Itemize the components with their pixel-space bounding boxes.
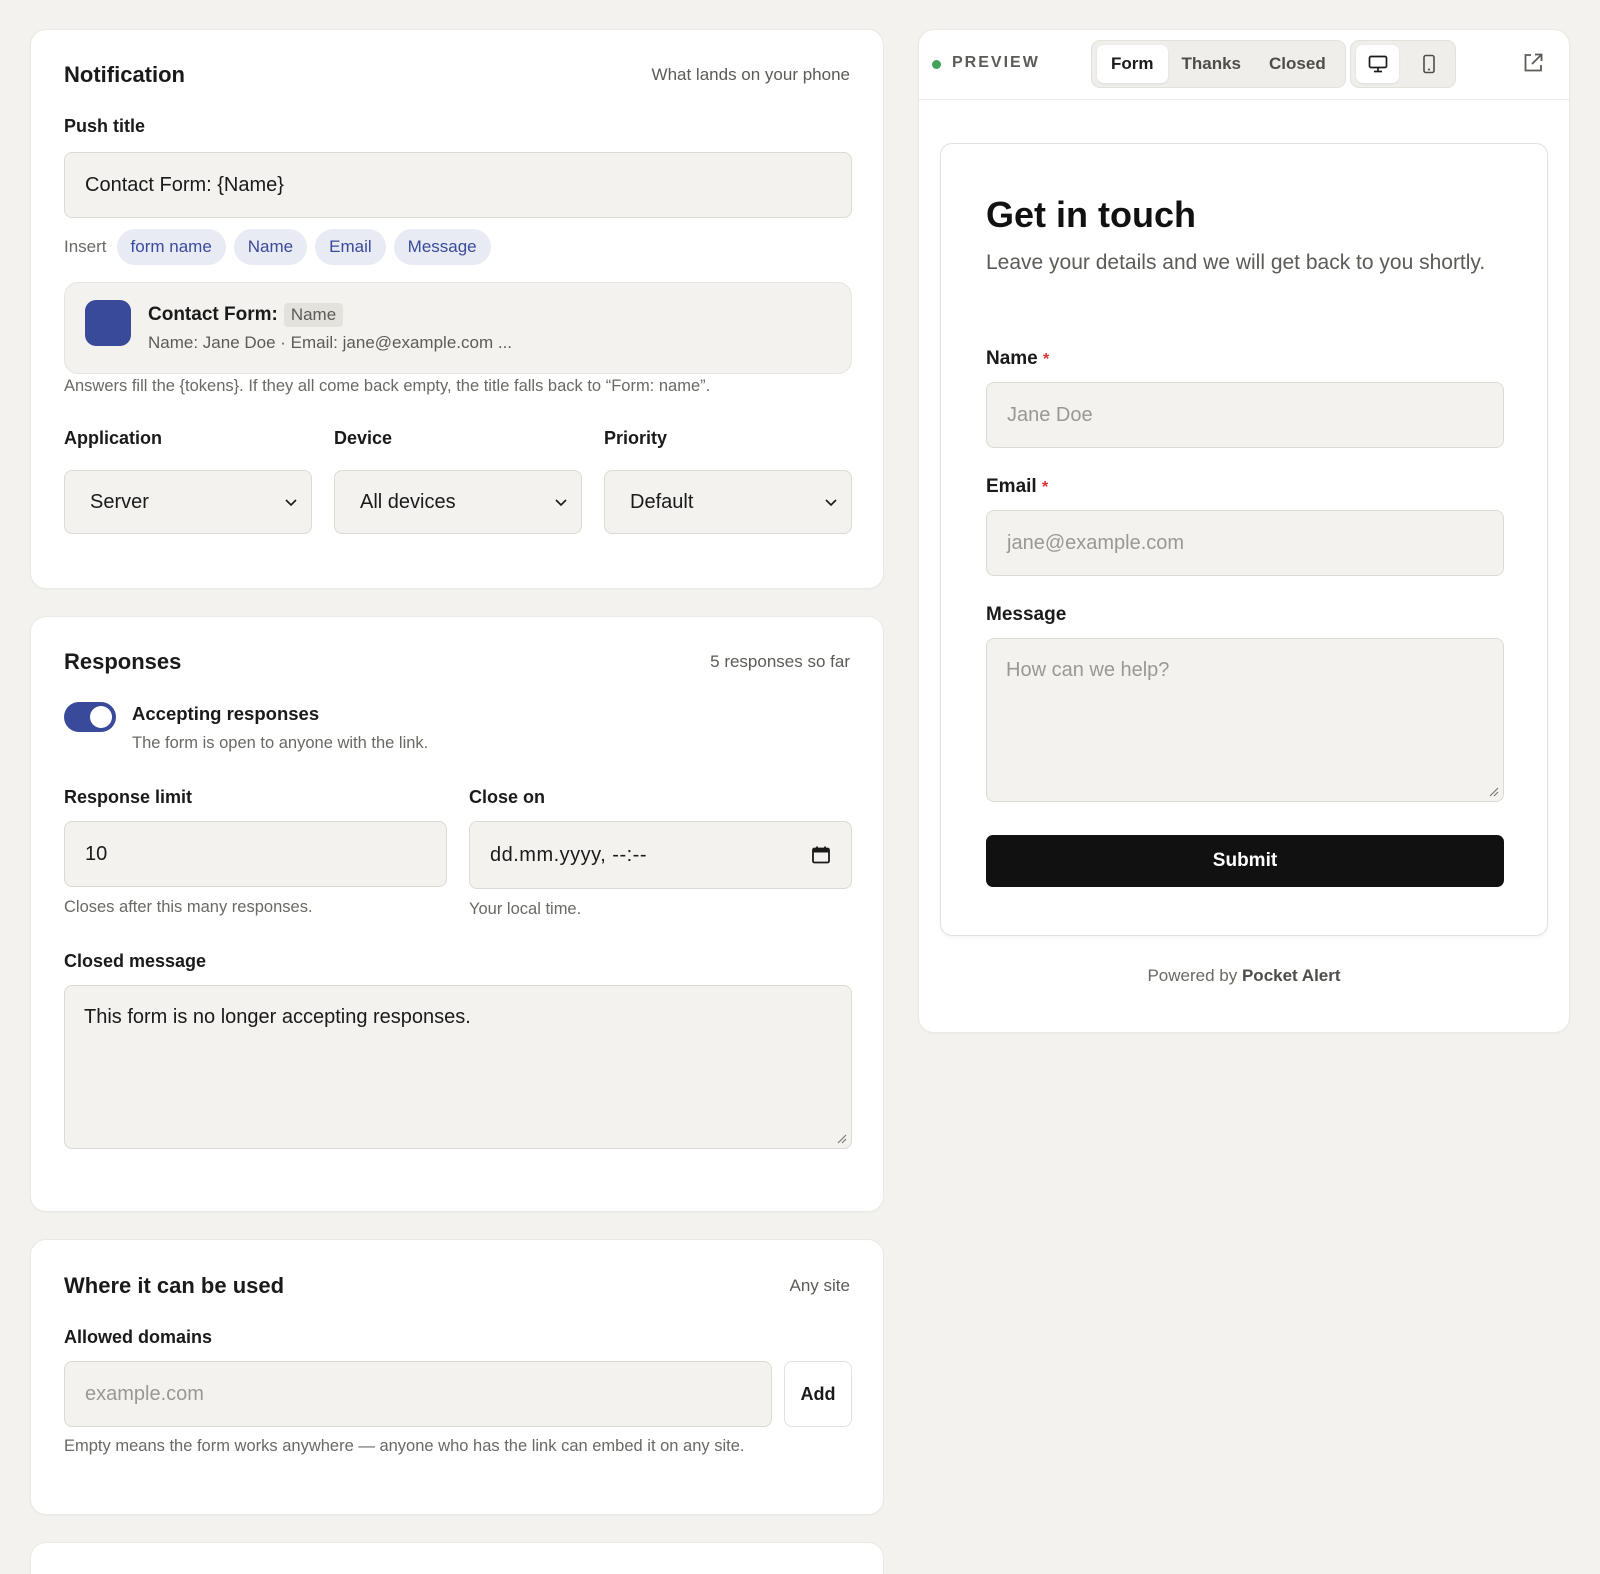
device-label: Device bbox=[334, 428, 393, 448]
where-title: Where it can be used bbox=[64, 1273, 285, 1298]
where-card: Where it can be used Any site Allowed do… bbox=[30, 1239, 884, 1515]
form-subtitle: Leave your details and we will get back … bbox=[986, 251, 1486, 274]
notification-meta: What lands on your phone bbox=[651, 65, 850, 84]
closed-message-label: Closed message bbox=[64, 951, 207, 971]
limit-value: 10 bbox=[85, 842, 108, 865]
notification-title: Notification bbox=[64, 62, 185, 87]
form-preview-card: Get in touch Leave your details and we w… bbox=[940, 143, 1548, 936]
message-placeholder: How can we help? bbox=[1006, 659, 1170, 681]
close-on-label: Close on bbox=[469, 787, 546, 807]
name-field-label: Name * bbox=[986, 348, 1049, 370]
responses-meta: 5 responses so far bbox=[710, 652, 850, 671]
domain-input[interactable]: example.com bbox=[64, 1361, 772, 1427]
push-preview-token: Name bbox=[283, 303, 344, 327]
next-card bbox=[30, 1542, 884, 1574]
submit-label: Submit bbox=[1212, 850, 1278, 871]
application-select[interactable]: Server bbox=[64, 470, 312, 534]
name-label-text: Name bbox=[986, 348, 1038, 369]
name-placeholder: Jane Doe bbox=[1007, 403, 1093, 426]
preview-name-input[interactable]: Jane Doe bbox=[986, 382, 1504, 448]
preview-badge: PREVIEW bbox=[952, 54, 1040, 71]
mobile-view-button[interactable] bbox=[1407, 45, 1450, 83]
desktop-view-button[interactable] bbox=[1356, 45, 1399, 83]
phone-icon bbox=[1422, 54, 1435, 74]
closed-message-textarea[interactable]: This form is no longer accepting respons… bbox=[64, 985, 852, 1149]
chevron-down-icon bbox=[285, 499, 297, 507]
submit-button[interactable]: Submit bbox=[986, 835, 1504, 887]
device-value: All devices bbox=[360, 490, 456, 513]
insert-chip-email[interactable]: Email bbox=[315, 229, 386, 265]
chevron-down-icon bbox=[555, 499, 567, 507]
priority-value: Default bbox=[630, 490, 694, 513]
preview-message-textarea[interactable]: How can we help? bbox=[986, 638, 1504, 802]
tab-thanks[interactable]: Thanks bbox=[1168, 45, 1256, 83]
tab-closed[interactable]: Closed bbox=[1255, 45, 1340, 83]
required-mark: * bbox=[1043, 351, 1050, 368]
domain-placeholder: example.com bbox=[85, 1382, 204, 1405]
limit-label: Response limit bbox=[64, 787, 193, 807]
preview-tabs: Form Thanks Closed bbox=[1091, 40, 1346, 88]
close-on-input[interactable]: dd.mm.yyyy, --:-- bbox=[469, 821, 852, 889]
insert-chip-form-name[interactable]: form name bbox=[116, 229, 226, 265]
push-preview-title: Contact Form: bbox=[148, 304, 278, 325]
open-external-button[interactable] bbox=[1522, 52, 1546, 76]
message-field-label: Message bbox=[986, 604, 1067, 625]
device-toggle bbox=[1350, 40, 1456, 88]
email-field-label: Email * bbox=[986, 476, 1048, 498]
limit-hint: Closes after this many responses. bbox=[64, 898, 313, 916]
priority-select[interactable]: Default bbox=[604, 470, 852, 534]
push-title-input[interactable]: Contact Form: {Name} bbox=[64, 152, 852, 218]
close-on-value: dd.mm.yyyy, --:-- bbox=[490, 843, 648, 866]
toggle-knob bbox=[90, 706, 112, 728]
insert-chip-message[interactable]: Message bbox=[393, 229, 491, 265]
priority-label: Priority bbox=[604, 428, 668, 448]
domains-hint: Empty means the form works anywhere — an… bbox=[64, 1437, 745, 1455]
powered-prefix: Powered by bbox=[1147, 966, 1238, 985]
insert-label: Insert bbox=[64, 237, 107, 256]
tab-form[interactable]: Form bbox=[1097, 45, 1168, 83]
add-domain-button[interactable]: Add bbox=[784, 1361, 852, 1427]
live-dot bbox=[932, 60, 941, 69]
accepting-label: Accepting responses bbox=[132, 703, 320, 724]
email-placeholder: jane@example.com bbox=[1007, 531, 1185, 554]
add-label: Add bbox=[800, 1383, 836, 1404]
push-title-label: Push title bbox=[64, 116, 146, 136]
where-meta: Any site bbox=[789, 1276, 850, 1295]
application-label: Application bbox=[64, 428, 162, 448]
app-icon bbox=[85, 300, 131, 346]
push-title-value: Contact Form: {Name} bbox=[85, 173, 284, 196]
email-label-text: Email bbox=[986, 476, 1037, 497]
form-title: Get in touch bbox=[986, 194, 1196, 235]
insert-row: Insert form name Name Email Message bbox=[64, 229, 499, 265]
response-limit-input[interactable]: 10 bbox=[64, 821, 447, 887]
powered-by: Powered by Pocket Alert bbox=[918, 966, 1570, 986]
application-value: Server bbox=[90, 490, 149, 513]
device-select[interactable]: All devices bbox=[334, 470, 582, 534]
accepting-desc: The form is open to anyone with the link… bbox=[132, 734, 429, 752]
insert-chip-name[interactable]: Name bbox=[233, 229, 308, 265]
push-preview-body: Name: Jane Doe · Email: jane@example.com… bbox=[148, 333, 513, 352]
responses-card: Responses 5 responses so far Accepting r… bbox=[30, 616, 884, 1212]
resize-grip-icon[interactable] bbox=[835, 1132, 847, 1144]
monitor-icon bbox=[1368, 55, 1387, 73]
preview-email-input[interactable]: jane@example.com bbox=[986, 510, 1504, 576]
calendar-icon[interactable] bbox=[811, 845, 831, 865]
required-mark: * bbox=[1041, 479, 1049, 496]
external-link-icon bbox=[1524, 53, 1543, 72]
accepting-toggle[interactable] bbox=[64, 702, 116, 732]
responses-title: Responses bbox=[64, 649, 182, 674]
powered-brand[interactable]: Pocket Alert bbox=[1242, 966, 1341, 985]
chevron-down-icon bbox=[825, 499, 837, 507]
resize-grip-icon[interactable] bbox=[1487, 785, 1499, 797]
push-preview: Contact Form: Name Name: Jane Doe · Emai… bbox=[64, 282, 852, 374]
notification-card: Notification What lands on your phone Pu… bbox=[30, 29, 884, 589]
allowed-domains-label: Allowed domains bbox=[64, 1327, 213, 1347]
close-on-hint: Your local time. bbox=[469, 900, 582, 918]
closed-message-value: This form is no longer accepting respons… bbox=[84, 1006, 471, 1028]
tokens-hint: Answers fill the {tokens}. If they all c… bbox=[64, 377, 711, 395]
